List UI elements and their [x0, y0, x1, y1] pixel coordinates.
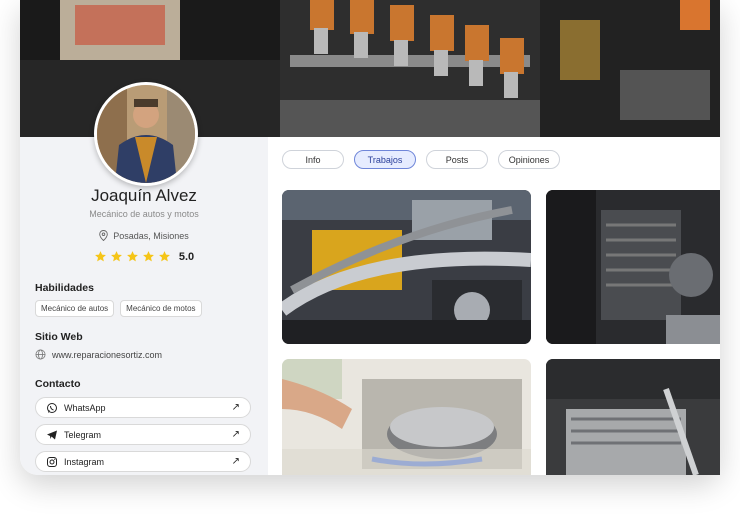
tab-info[interactable]: Info: [282, 150, 344, 169]
contact-label: WhatsApp: [64, 402, 106, 413]
website-url: www.reparacionesortiz.com: [52, 349, 163, 360]
work-photo-motorcycle-engine[interactable]: [546, 190, 720, 344]
instagram-icon: [47, 456, 57, 467]
location-pin-icon: [99, 230, 108, 241]
arrow-up-right-icon: ↗: [231, 429, 240, 440]
work-photo-engine-detail[interactable]: [546, 359, 720, 475]
avatar: [94, 82, 198, 186]
rating: 5.0: [20, 250, 268, 263]
skills-list: Mecánico de autos Mecánico de motos: [35, 300, 202, 317]
location: Posadas, Misiones: [20, 230, 268, 241]
contact-label: Telegram: [64, 429, 102, 440]
star-icon: [158, 251, 170, 262]
star-icon: [94, 251, 106, 262]
website-heading: Sitio Web: [35, 331, 83, 343]
contact-heading: Contacto: [35, 378, 81, 390]
skill-chip: Mecánico de motos: [120, 300, 202, 317]
work-photo-engine-yellow[interactable]: [282, 190, 531, 344]
whatsapp-icon: [47, 402, 57, 413]
tab-trabajos[interactable]: Trabajos: [354, 150, 416, 169]
skill-chip: Mecánico de autos: [35, 300, 115, 317]
contact-telegram-button[interactable]: Telegram ↗: [35, 424, 251, 445]
profile-title: Mecánico de autos y motos: [89, 209, 199, 219]
star-icon: [142, 251, 154, 262]
telegram-icon: [47, 430, 57, 439]
location-text: Posadas, Misiones: [113, 230, 189, 241]
contact-instagram-button[interactable]: Instagram ↗: [35, 451, 251, 472]
star-icon: [110, 251, 122, 262]
arrow-up-right-icon: ↗: [231, 402, 240, 413]
arrow-up-right-icon: ↗: [231, 456, 240, 467]
tab-opiniones[interactable]: Opiniones: [498, 150, 560, 169]
contact-whatsapp-button[interactable]: WhatsApp ↗: [35, 397, 251, 418]
work-photo-car-engine[interactable]: [282, 359, 531, 475]
globe-icon: [35, 349, 46, 360]
tab-posts[interactable]: Posts: [426, 150, 488, 169]
contact-label: Instagram: [64, 456, 105, 467]
skills-heading: Habilidades: [35, 282, 94, 294]
rating-value: 5.0: [178, 250, 195, 263]
profile-tabs: Info Trabajos Posts Opiniones: [282, 150, 560, 169]
star-icon: [126, 251, 138, 262]
website-link[interactable]: www.reparacionesortiz.com: [35, 349, 162, 360]
profile-name: Joaquín Alvez: [91, 186, 197, 205]
